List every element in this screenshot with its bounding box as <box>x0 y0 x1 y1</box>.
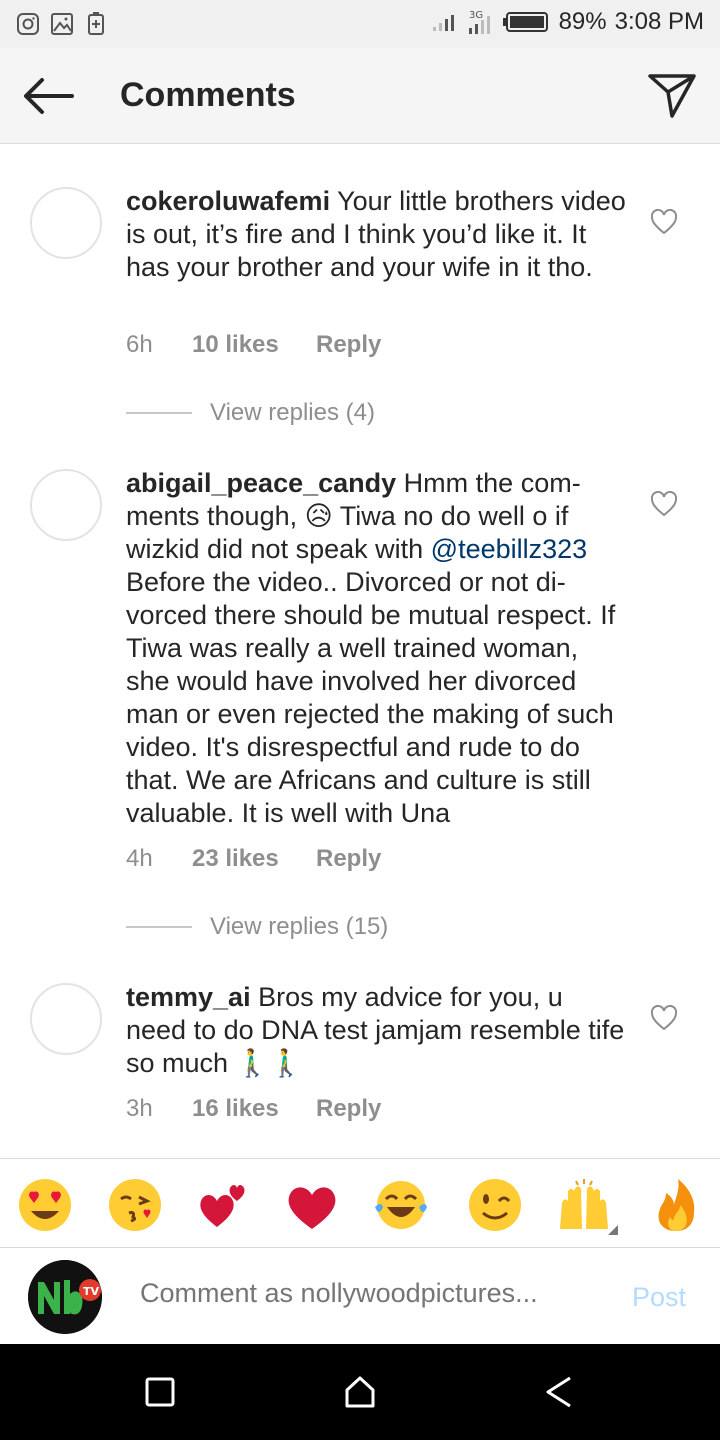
my-avatar: TV <box>28 1260 102 1334</box>
comment-text: abigail_peace_candy Hmm the com-ments th… <box>126 467 626 830</box>
reply-button[interactable]: Reply <box>316 331 381 359</box>
svg-text:3G: 3G <box>469 10 483 21</box>
comment-meta: 6h 10 likes Reply <box>126 331 381 359</box>
reply-button[interactable]: Reply <box>316 845 381 873</box>
expand-corner-icon <box>608 1225 618 1235</box>
instagram-icon <box>17 13 39 35</box>
comment-likes[interactable]: 23 likes <box>192 845 316 873</box>
view-replies-label: View replies (4) <box>210 399 375 426</box>
send-direct-icon[interactable] <box>646 70 698 120</box>
post-button[interactable]: Post <box>632 1282 686 1313</box>
tears-of-joy-emoji-icon[interactable] <box>373 1177 429 1233</box>
divider <box>126 412 192 414</box>
header: Comments <box>0 48 720 144</box>
signal-icon <box>432 15 454 31</box>
red-heart-emoji-icon[interactable] <box>284 1177 340 1233</box>
like-heart-icon[interactable] <box>650 209 678 235</box>
avatar[interactable] <box>30 187 102 259</box>
battery-saver-icon <box>88 12 104 35</box>
fire-emoji-icon[interactable] <box>648 1177 704 1233</box>
two-hearts-emoji-icon[interactable] <box>195 1177 251 1233</box>
signal-3g-icon: 3G <box>468 10 490 34</box>
gallery-icon <box>51 13 73 35</box>
comment-time: 4h <box>126 845 153 872</box>
comment-likes[interactable]: 16 likes <box>192 1095 316 1123</box>
back-arrow-icon[interactable] <box>18 74 78 118</box>
like-heart-icon[interactable] <box>650 1005 678 1031</box>
notification-icons <box>16 10 108 36</box>
comment-likes[interactable]: 10 likes <box>192 331 316 359</box>
comment-username[interactable]: cokeroluwafemi <box>126 186 330 216</box>
view-replies-label: View replies (15) <box>210 913 389 940</box>
like-heart-icon[interactable] <box>650 491 678 517</box>
clock: 3:08 PM <box>614 8 704 35</box>
kissing-heart-emoji-icon[interactable] <box>107 1177 163 1233</box>
comment-username[interactable]: temmy_ai <box>126 982 251 1012</box>
comment-meta: 3h 16 likes Reply <box>126 1095 381 1123</box>
back-triangle-icon[interactable] <box>542 1374 578 1410</box>
nollywood-logo-icon: TV <box>28 1260 102 1334</box>
comment-time: 6h <box>126 331 153 358</box>
view-replies-button[interactable]: View replies (15) <box>126 913 388 941</box>
avatar[interactable] <box>30 469 102 541</box>
comment-time: 3h <box>126 1095 153 1122</box>
comment-text: temmy_ai Bros my advice for you, u need … <box>126 981 626 1080</box>
recents-square-icon[interactable] <box>142 1374 178 1410</box>
comment-meta: 4h 23 likes Reply <box>126 845 381 873</box>
status-bar: 3G 89% 3:08 PM <box>0 0 720 48</box>
winking-emoji-icon[interactable] <box>467 1177 523 1233</box>
avatar[interactable] <box>30 983 102 1055</box>
divider <box>126 926 192 928</box>
battery-icon <box>502 12 548 32</box>
navigation-bar <box>0 1344 720 1440</box>
page-title: Comments <box>120 76 296 114</box>
status-right: 3G 89% 3:08 PM <box>432 8 704 36</box>
comment-message-cont: Before the video.. Divorced or not di-vo… <box>126 567 616 828</box>
mention-link[interactable]: @teebillz323 <box>431 534 588 564</box>
svg-text:TV: TV <box>83 1285 100 1298</box>
reply-button[interactable]: Reply <box>316 1095 381 1123</box>
raising-hands-emoji-icon[interactable] <box>556 1177 618 1235</box>
home-icon[interactable] <box>342 1374 378 1410</box>
view-replies-button[interactable]: View replies (4) <box>126 399 375 427</box>
comment-input[interactable] <box>140 1278 560 1309</box>
battery-percent: 89% <box>558 8 607 35</box>
comment-input-row: TV Post <box>0 1248 720 1344</box>
heart-eyes-emoji-icon[interactable] <box>17 1177 73 1233</box>
emoji-bar <box>0 1158 720 1248</box>
comment-text: cokeroluwafemi Your little brothers vide… <box>126 185 626 284</box>
comment-username[interactable]: abigail_peace_candy <box>126 468 396 498</box>
